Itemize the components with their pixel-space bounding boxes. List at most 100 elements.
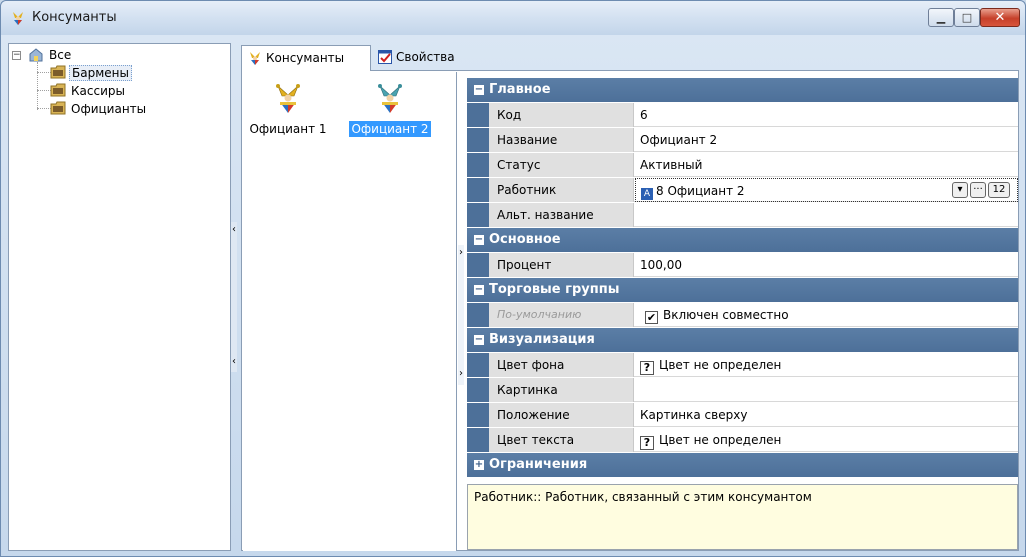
property-value[interactable]: Картинка сверху [635, 403, 1018, 427]
property-name: Цвет текста [489, 428, 634, 452]
tree-node-cashiers[interactable]: Кассиры [50, 82, 127, 100]
left-splitter[interactable]: ‹ ‹ [231, 222, 237, 372]
list-item[interactable]: Официант 2 [345, 82, 435, 137]
property-value[interactable] [635, 203, 1018, 227]
folder-icon [50, 83, 66, 97]
item-label: Официант 1 [249, 122, 327, 136]
property-row-alt-name[interactable]: Альт. название [467, 203, 1018, 227]
window-title: Консуманты [32, 10, 117, 25]
jester-icon [276, 84, 300, 113]
collapse-icon[interactable]: − [474, 235, 484, 245]
property-grid[interactable]: − Главное Код 6 Название Официант 2 Стат… [467, 77, 1018, 477]
ellipsis-button[interactable]: ··· [970, 182, 986, 198]
catalog-icon [29, 48, 43, 62]
property-name: Процент [489, 253, 634, 277]
tree-node-waiters[interactable]: Официанты [50, 100, 148, 118]
property-name: Цвет фона [489, 353, 634, 377]
expand-icon[interactable]: + [474, 460, 484, 470]
property-name: Альт. название [489, 203, 634, 227]
property-value: Цвет не определен [659, 433, 782, 447]
collapse-left-icon[interactable]: ‹ [231, 356, 237, 368]
tab-properties[interactable]: Свойства [372, 45, 472, 71]
question-icon: ? [640, 436, 654, 450]
property-row-bg-color[interactable]: Цвет фона ? Цвет не определен [467, 353, 1018, 377]
category-basic[interactable]: − Основное [467, 228, 1018, 252]
expand-right-icon[interactable]: › [458, 368, 464, 380]
expand-right-icon[interactable]: › [458, 247, 464, 259]
folder-icon [50, 65, 66, 79]
tab-label: Свойства [396, 50, 455, 64]
category-limits[interactable]: + Ограничения [467, 453, 1018, 477]
bg-color-field[interactable]: ? Цвет не определен [635, 353, 1018, 377]
tree-node-label: Бармены [69, 65, 132, 81]
middle-splitter[interactable]: › › [458, 245, 464, 385]
description-text: Работник:: Работник, связанный с этим ко… [474, 490, 812, 504]
property-name: Код [489, 103, 634, 127]
collapse-icon[interactable]: − [12, 51, 21, 60]
collapse-icon[interactable]: − [474, 85, 484, 95]
property-row-picture[interactable]: Картинка [467, 378, 1018, 402]
worker-field[interactable]: A8 Официант 2 ▾ ··· 12 [635, 178, 1018, 202]
close-icon: ✕ [994, 10, 1006, 25]
collapse-icon[interactable]: − [474, 335, 484, 345]
jester-icon [250, 52, 260, 65]
property-row-status[interactable]: Статус Активный [467, 153, 1018, 177]
property-value[interactable]: 100,00 [635, 253, 1018, 277]
property-value: 8 Официант 2 [656, 184, 745, 198]
jester-icon [378, 84, 402, 113]
default-field[interactable]: ✔ Включен совместно [635, 303, 1018, 327]
list-item[interactable]: Официант 1 [243, 82, 333, 137]
tab-label: Консуманты [266, 51, 345, 65]
jester-icon [13, 12, 23, 25]
calculator-button[interactable]: 12 [988, 182, 1010, 198]
property-value[interactable] [635, 378, 1018, 402]
tree-node-label: Официанты [71, 102, 147, 116]
property-row-percent[interactable]: Процент 100,00 [467, 253, 1018, 277]
property-value[interactable]: Активный [635, 153, 1018, 177]
dropdown-button[interactable]: ▾ [952, 182, 968, 198]
property-value[interactable]: 6 [635, 103, 1018, 127]
consumant-list[interactable]: Официант 1 Официант 2 [243, 72, 457, 551]
minimize-button[interactable]: ▁ [928, 8, 954, 27]
checkbox-checked[interactable]: ✔ [645, 311, 658, 324]
title-bar[interactable]: Консуманты ▁ □ ✕ [1, 1, 1025, 35]
property-row-default[interactable]: По-умолчанию ✔ Включен совместно [467, 303, 1018, 327]
property-value: Включен совместно [663, 308, 789, 322]
tab-consumants[interactable]: Консуманты [241, 45, 371, 71]
property-name: Работник [489, 178, 634, 202]
text-color-field[interactable]: ? Цвет не определен [635, 428, 1018, 452]
category-title: Визуализация [489, 332, 595, 347]
property-row-position[interactable]: Положение Картинка сверху [467, 403, 1018, 427]
category-main[interactable]: − Главное [467, 78, 1018, 102]
category-title: Главное [489, 82, 551, 97]
property-name: По-умолчанию [489, 303, 634, 327]
category-tree[interactable]: − Все Бармены Кассиры Официанты [8, 43, 231, 551]
property-row-text-color[interactable]: Цвет текста ? Цвет не определен [467, 428, 1018, 452]
minimize-icon: ▁ [936, 11, 946, 24]
property-row-code[interactable]: Код 6 [467, 103, 1018, 127]
question-icon: ? [640, 361, 654, 375]
item-label: Официант 2 [349, 121, 431, 137]
tree-node-bartenders[interactable]: Бармены [50, 64, 132, 82]
description-panel: Работник:: Работник, связанный с этим ко… [467, 484, 1018, 550]
property-name: Статус [489, 153, 634, 177]
category-visualization[interactable]: − Визуализация [467, 328, 1018, 352]
app-window: Консуманты ▁ □ ✕ − Все Бармены Кассиры О… [0, 0, 1026, 557]
collapse-icon[interactable]: − [474, 285, 484, 295]
collapse-left-icon[interactable]: ‹ [231, 224, 237, 236]
category-title: Ограничения [489, 457, 588, 472]
properties-icon [378, 50, 392, 64]
property-row-worker[interactable]: Работник A8 Официант 2 ▾ ··· 12 [467, 178, 1018, 202]
maximize-icon: □ [961, 11, 973, 24]
property-row-name[interactable]: Название Официант 2 [467, 128, 1018, 152]
close-button[interactable]: ✕ [980, 8, 1020, 27]
maximize-button[interactable]: □ [954, 8, 980, 27]
category-trade-groups[interactable]: − Торговые группы [467, 278, 1018, 302]
property-name: Картинка [489, 378, 634, 402]
property-name: Положение [489, 403, 634, 427]
property-value: Цвет не определен [659, 358, 782, 372]
category-title: Торговые группы [489, 282, 620, 297]
tree-node-label: Все [49, 48, 72, 62]
property-value[interactable]: Официант 2 [635, 128, 1018, 152]
tree-node-label: Кассиры [71, 84, 125, 98]
